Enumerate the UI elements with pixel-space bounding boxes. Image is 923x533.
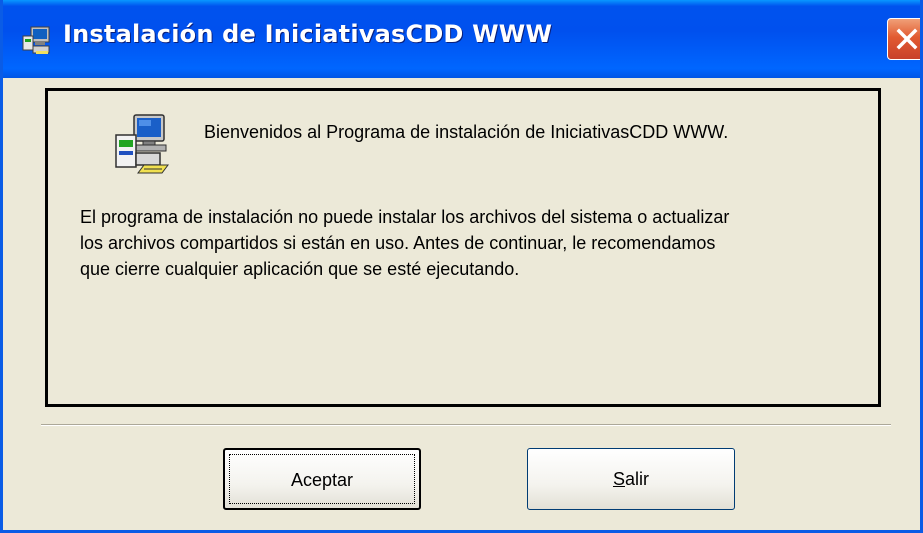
message-line: los archivos compartidos si están en uso…: [80, 233, 716, 253]
accept-button[interactable]: Aceptar: [223, 448, 421, 510]
close-button[interactable]: [887, 18, 920, 60]
exit-label-text: alir: [625, 469, 650, 489]
setup-computer-icon: [110, 109, 176, 175]
window-title: Instalación de IniciativasCDD WWW: [63, 20, 553, 48]
message-panel: Bienvenidos al Programa de instalación d…: [45, 88, 881, 407]
setup-dialog-window: Instalación de IniciativasCDD WWW Bienve…: [0, 0, 923, 533]
separator: [41, 424, 891, 426]
setup-computer-icon: [21, 24, 53, 56]
message-line: que cierre cualquier aplicación que se e…: [80, 259, 520, 279]
warning-message: El programa de instalación no puede inst…: [80, 204, 870, 282]
message-line: El programa de instalación no puede inst…: [80, 207, 730, 227]
accept-button-label: Aceptar: [290, 470, 354, 490]
exit-button[interactable]: Salir: [527, 448, 735, 510]
close-icon: [896, 28, 918, 50]
accelerator-key: S: [612, 469, 625, 489]
welcome-text: Bienvenidos al Programa de instalación d…: [204, 122, 729, 142]
exit-button-label: Salir: [613, 469, 649, 489]
title-bar[interactable]: Instalación de IniciativasCDD WWW: [3, 0, 920, 78]
